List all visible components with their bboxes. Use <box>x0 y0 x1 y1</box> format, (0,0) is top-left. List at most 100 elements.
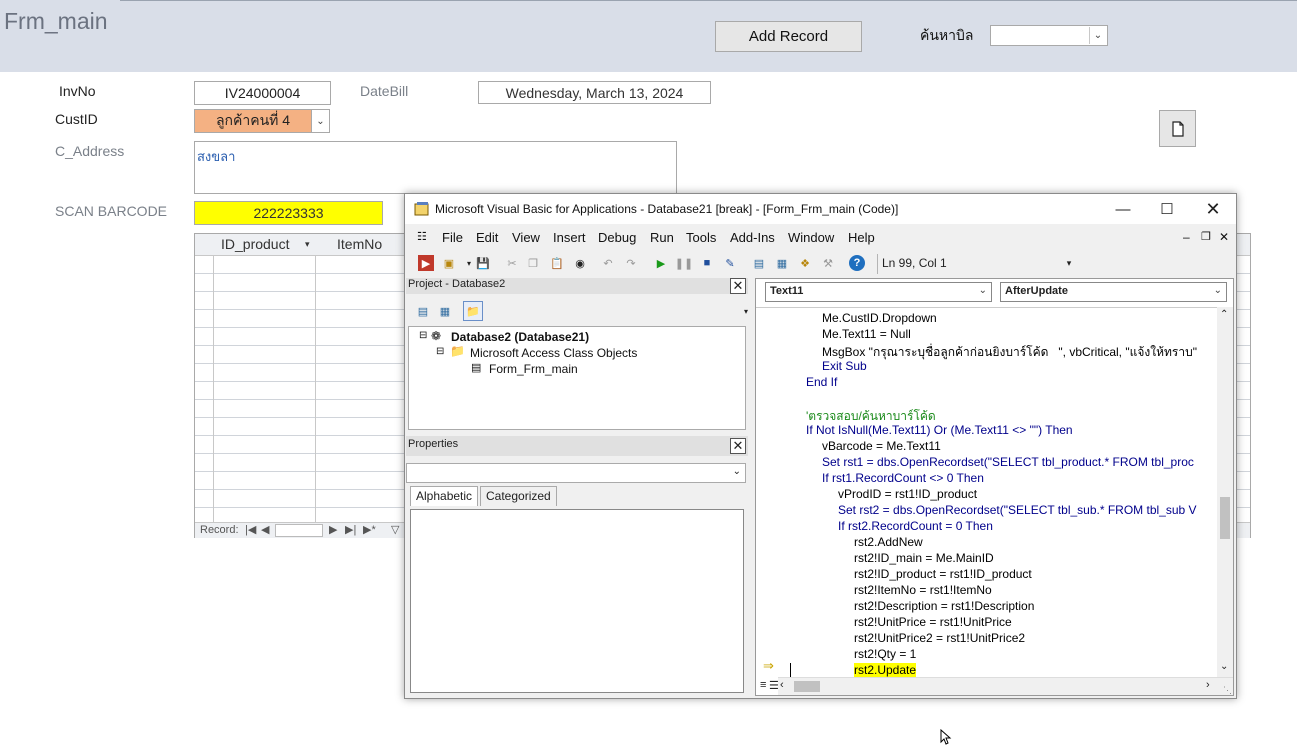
minimize-icon[interactable]: — <box>1103 198 1143 220</box>
properties-object-select[interactable]: ⌄ <box>406 463 746 483</box>
scroll-thumb[interactable] <box>1220 497 1230 539</box>
chevron-down-icon[interactable]: ⌄ <box>733 466 741 477</box>
pane-scroll-icon[interactable]: ▾ <box>738 303 754 319</box>
chevron-down-icon[interactable]: ⌄ <box>311 110 329 132</box>
close-icon[interactable]: ✕ <box>730 438 746 454</box>
child-restore-icon[interactable]: ❐ <box>1201 230 1211 243</box>
child-close-icon[interactable]: ✕ <box>1219 230 1229 244</box>
toolbox-icon[interactable]: ⚒ <box>820 255 836 271</box>
properties-window-icon[interactable]: ▦ <box>774 255 790 271</box>
procedure-combo[interactable]: AfterUpdate ⌄ <box>1000 282 1227 302</box>
filter-icon[interactable]: ▽ <box>391 523 399 536</box>
menu-help[interactable]: Help <box>848 230 875 245</box>
view-object-icon[interactable]: ▦ <box>437 303 453 319</box>
menu-add-ins[interactable]: Add-Ins <box>730 230 775 245</box>
code-margin[interactable]: ⇒ <box>756 308 778 677</box>
procedure-view-icon[interactable]: ≡ <box>760 679 766 691</box>
column-header-id-product[interactable]: ID_product <box>221 236 289 252</box>
tab-alphabetic[interactable]: Alphabetic <box>410 486 479 506</box>
cut-icon[interactable]: ✂ <box>504 255 520 271</box>
reset-icon[interactable]: ■ <box>699 255 715 271</box>
paste-icon[interactable]: 📋 <box>549 255 565 271</box>
menu-view[interactable]: View <box>512 230 540 245</box>
custid-combo[interactable]: ลูกค้าคนที่ 4 ⌄ <box>194 109 330 133</box>
tab-categorized[interactable]: Categorized <box>480 486 557 506</box>
code-line: Me.Text11 = Null <box>822 327 911 341</box>
vba-menu-bar: ☷ File Edit View Insert Debug Run Tools … <box>405 226 1236 248</box>
redo-icon[interactable]: ↷ <box>623 255 639 271</box>
menu-edit[interactable]: Edit <box>476 230 498 245</box>
cursor-position-status: Ln 99, Col 1 <box>877 254 1063 274</box>
collapse-icon[interactable]: ⊟ <box>436 346 444 357</box>
code-horizontal-scrollbar[interactable]: ‹ › <box>778 677 1233 695</box>
prev-record-icon[interactable]: ◀ <box>261 523 269 536</box>
maximize-icon[interactable]: ☐ <box>1147 198 1187 220</box>
chevron-down-icon[interactable]: ⌄ <box>1214 285 1222 296</box>
code-vertical-scrollbar[interactable]: ⌃ ⌄ <box>1217 307 1233 677</box>
break-icon[interactable]: ❚❚ <box>675 255 693 271</box>
tree-item-folder[interactable]: Microsoft Access Class Objects <box>470 346 637 360</box>
invno-field[interactable]: IV24000004 <box>194 81 331 105</box>
toggle-folders-icon[interactable]: 📁 <box>463 301 483 321</box>
object-browser-icon[interactable]: ❖ <box>797 255 813 271</box>
view-code-icon[interactable]: ▤ <box>415 303 431 319</box>
scroll-left-icon[interactable]: ‹ <box>780 679 784 691</box>
object-combo[interactable]: Text11 ⌄ <box>765 282 992 302</box>
run-icon[interactable]: ▶ <box>653 255 669 271</box>
project-explorer-icon[interactable]: ▤ <box>751 255 767 271</box>
scroll-up-icon[interactable]: ⌃ <box>1220 309 1228 320</box>
code-editor[interactable]: ⇒ Me.CustID.Dropdown Me.Text11 = Null Ms… <box>756 307 1217 677</box>
scroll-thumb[interactable] <box>794 681 820 692</box>
menu-insert[interactable]: Insert <box>553 230 586 245</box>
scan-barcode-field[interactable]: 222223333 <box>194 201 383 225</box>
properties-list[interactable] <box>410 509 744 693</box>
sort-arrow-icon[interactable]: ▾ <box>305 239 310 250</box>
code-line: MsgBox "กรุณาระบุชื่อลูกค้าก่อนยิงบาร์โค… <box>822 345 1197 359</box>
add-record-button[interactable]: Add Record <box>715 21 862 52</box>
current-execution-line: rst2.Update <box>854 663 917 677</box>
design-mode-icon[interactable]: ✎ <box>722 255 738 271</box>
save-icon[interactable]: 💾 <box>475 255 491 271</box>
help-icon[interactable]: ? <box>849 255 865 271</box>
find-icon[interactable]: ◉ <box>572 255 588 271</box>
menu-run[interactable]: Run <box>650 230 674 245</box>
tree-item-database[interactable]: Database2 (Database21) <box>451 330 589 344</box>
search-bill-combo[interactable]: ⌄ <box>990 25 1108 46</box>
collapse-icon[interactable]: ⊟ <box>419 330 427 341</box>
chevron-down-icon[interactable]: ⌄ <box>979 285 987 296</box>
new-record-icon[interactable]: ▶* <box>363 523 376 536</box>
vba-title-bar[interactable]: Microsoft Visual Basic for Applications … <box>405 194 1236 224</box>
insert-module-icon[interactable]: ▣ <box>441 255 457 271</box>
next-record-icon[interactable]: ▶ <box>329 523 337 536</box>
properties-window: Properties ✕ ⌄ Alphabetic Categorized <box>406 436 748 698</box>
document-button[interactable] <box>1159 110 1196 147</box>
resize-grip-icon[interactable]: ⋱ <box>1223 685 1232 696</box>
tree-item-form-module[interactable]: Form_Frm_main <box>489 362 578 376</box>
view-access-icon[interactable]: ▶ <box>418 255 434 271</box>
close-icon[interactable]: ✕ <box>1193 198 1233 220</box>
custid-label: CustID <box>55 111 98 127</box>
code-line: rst2!ID_main = Me.MainID <box>854 551 994 565</box>
first-record-icon[interactable]: |◀ <box>245 523 256 536</box>
child-minimize-icon[interactable]: – <box>1183 230 1190 244</box>
scroll-right-icon[interactable]: › <box>1206 679 1210 691</box>
datebill-field[interactable]: Wednesday, March 13, 2024 <box>478 81 711 104</box>
record-number-input[interactable] <box>275 524 323 537</box>
menu-file[interactable]: File <box>442 230 463 245</box>
copy-icon[interactable]: ❐ <box>525 255 541 271</box>
menu-debug[interactable]: Debug <box>598 230 636 245</box>
toolbar-options-icon[interactable]: ▾ <box>1061 255 1077 271</box>
document-icon <box>1171 120 1184 137</box>
close-icon[interactable]: ✕ <box>730 278 746 294</box>
undo-icon[interactable]: ↶ <box>600 255 616 271</box>
menu-window[interactable]: Window <box>788 230 834 245</box>
caddress-field[interactable]: สงขลา <box>194 141 677 194</box>
column-header-itemno[interactable]: ItemNo <box>337 236 382 252</box>
database-icon: ❁ <box>431 329 442 343</box>
last-record-icon[interactable]: ▶| <box>345 523 356 536</box>
menu-tools[interactable]: Tools <box>686 230 716 245</box>
vba-menu-app-icon[interactable]: ☷ <box>417 230 427 243</box>
chevron-down-icon[interactable]: ⌄ <box>1089 27 1106 44</box>
vba-editor-window: Microsoft Visual Basic for Applications … <box>404 193 1237 699</box>
scroll-down-icon[interactable]: ⌄ <box>1220 661 1228 672</box>
